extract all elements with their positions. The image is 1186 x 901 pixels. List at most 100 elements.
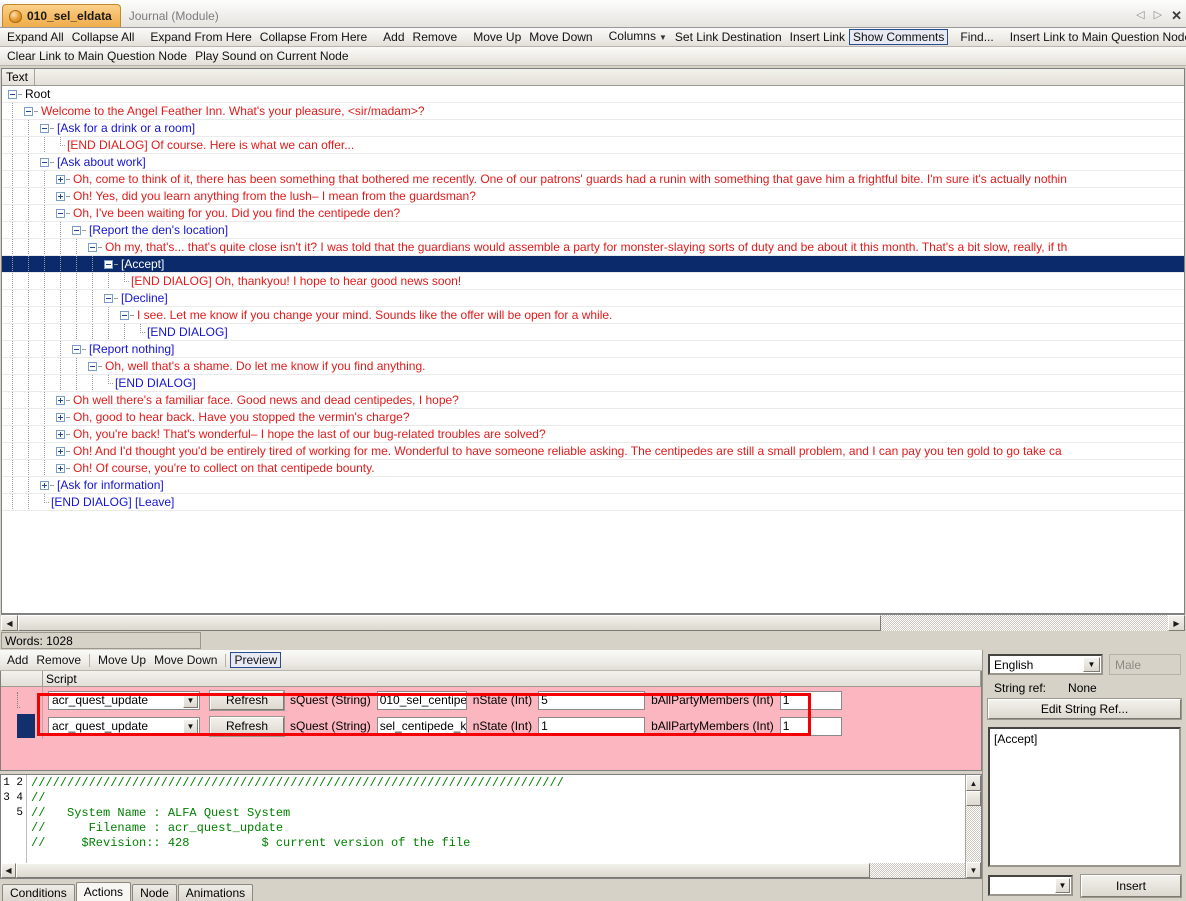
code-vscroll-thumb[interactable] xyxy=(966,791,981,806)
expand-icon[interactable] xyxy=(56,429,65,439)
expand-icon[interactable] xyxy=(56,412,65,422)
tab-conditions[interactable]: Conditions xyxy=(2,884,75,901)
tree-row[interactable]: Oh! Yes, did you learn anything from the… xyxy=(2,188,1184,205)
toolbar-button-insert-link-to-main-question-node[interactable]: Insert Link to Main Question Node xyxy=(1006,29,1186,45)
tree-row[interactable]: [END DIALOG] xyxy=(2,375,1184,392)
code-scroll-down-icon[interactable]: ▼ xyxy=(966,862,981,878)
prev-tab-icon[interactable]: ◁ xyxy=(1136,10,1144,21)
script-select[interactable]: acr_quest_update ▼ xyxy=(48,690,200,710)
expand-icon[interactable] xyxy=(40,480,49,490)
tab-animations[interactable]: Animations xyxy=(177,884,254,901)
scroll-thumb[interactable] xyxy=(18,615,881,631)
collapse-icon[interactable] xyxy=(104,259,113,269)
toolbar-button-collapse-all[interactable]: Collapse All xyxy=(68,29,139,45)
tree-row[interactable]: Oh, well that's a shame. Do let me know … xyxy=(2,358,1184,375)
scroll-right-icon[interactable]: ▶ xyxy=(1168,615,1185,631)
tree-row[interactable]: [Report the den's location] xyxy=(2,222,1184,239)
toolbar-button-move-up[interactable]: Move Up xyxy=(469,29,525,45)
code-body[interactable]: ////////////////////////////////////////… xyxy=(27,775,965,863)
expand-icon[interactable] xyxy=(56,174,65,184)
toolbar-button-move-down[interactable]: Move Down xyxy=(525,29,596,45)
collapse-icon[interactable] xyxy=(120,310,129,320)
tree-row[interactable]: Welcome to the Angel Feather Inn. What's… xyxy=(2,103,1184,120)
tree-rows[interactable]: Root Welcome to the Angel Feather Inn. Wh… xyxy=(2,86,1184,613)
row-index-cell[interactable] xyxy=(1,687,43,713)
tree-row[interactable]: [Decline] xyxy=(2,290,1184,307)
language-select[interactable]: English ▼ xyxy=(988,654,1103,675)
actions-button-move-up[interactable]: Move Up xyxy=(94,652,150,668)
insert-button[interactable]: Insert xyxy=(1080,874,1182,898)
tree-row[interactable]: Oh well there's a familiar face. Good ne… xyxy=(2,392,1184,409)
collapse-icon[interactable] xyxy=(56,208,65,218)
code-scroll-up-icon[interactable]: ▲ xyxy=(966,775,981,791)
param-input[interactable]: 1 xyxy=(779,690,842,710)
tree-row[interactable]: [Ask for a drink or a room] xyxy=(2,120,1184,137)
refresh-button[interactable]: Refresh xyxy=(209,715,285,737)
actions-button-add[interactable]: Add xyxy=(3,652,32,668)
tree-row[interactable]: [END DIALOG] Oh, thankyou! I hope to hea… xyxy=(2,273,1184,290)
expand-icon[interactable] xyxy=(56,446,65,456)
toolbar-button-find[interactable]: Find... xyxy=(956,29,997,45)
chevron-down-icon[interactable]: ▼ xyxy=(659,33,667,42)
chevron-down-icon[interactable]: ▼ xyxy=(1083,657,1100,672)
tree-horizontal-scrollbar[interactable]: ◀ ▶ xyxy=(1,614,1185,631)
tab-actions[interactable]: Actions xyxy=(75,882,132,901)
string-text-area[interactable]: [Accept] xyxy=(988,727,1181,867)
tree-row[interactable]: Root xyxy=(2,86,1184,103)
tree-row[interactable]: Oh, I've been waiting for you. Did you f… xyxy=(2,205,1184,222)
tree-row[interactable]: [END DIALOG] xyxy=(2,324,1184,341)
collapse-icon[interactable] xyxy=(8,89,17,99)
toolbar-button-insert-link[interactable]: Insert Link xyxy=(786,29,849,45)
collapse-icon[interactable] xyxy=(88,361,97,371)
code-horizontal-scrollbar[interactable]: ◀ xyxy=(1,863,965,878)
toolbar-button-columns[interactable]: Columns ▼ xyxy=(605,28,671,46)
chevron-down-icon[interactable]: ▼ xyxy=(1055,878,1070,893)
actions-button-preview[interactable]: Preview xyxy=(230,652,282,668)
toolbar-button-add[interactable]: Add xyxy=(379,29,408,45)
param-input[interactable]: 1 xyxy=(779,716,842,736)
row-index-cell[interactable] xyxy=(1,713,43,739)
tree-row[interactable]: Oh! Of course, you're to collect on that… xyxy=(2,460,1184,477)
collapse-icon[interactable] xyxy=(72,225,81,235)
chevron-down-icon[interactable]: ▼ xyxy=(183,692,198,708)
collapse-icon[interactable] xyxy=(72,344,81,354)
actions-button-remove[interactable]: Remove xyxy=(32,652,85,668)
tree-row[interactable]: [Ask for information] xyxy=(2,477,1184,494)
expand-icon[interactable] xyxy=(56,395,65,405)
tree-row[interactable]: I see. Let me know if you change your mi… xyxy=(2,307,1184,324)
document-tab[interactable]: 010_sel_eldata xyxy=(2,4,121,27)
tree-column-header[interactable]: Text xyxy=(2,69,1184,86)
code-scroll-track[interactable] xyxy=(16,863,965,878)
tree-row[interactable]: [Report nothing] xyxy=(2,341,1184,358)
chevron-down-icon[interactable]: ▼ xyxy=(183,718,198,734)
tree-row[interactable]: Oh, come to think of it, there has been … xyxy=(2,171,1184,188)
expand-icon[interactable] xyxy=(56,191,65,201)
param-input[interactable]: 1 xyxy=(538,716,646,736)
code-vscroll-track[interactable] xyxy=(966,806,981,862)
tree-row[interactable]: [Accept] xyxy=(2,256,1184,273)
actions-button-move-down[interactable]: Move Down xyxy=(150,652,221,668)
tree-row[interactable]: [Ask about work] xyxy=(2,154,1184,171)
collapse-icon[interactable] xyxy=(88,242,97,252)
toolbar-button-expand-from-here[interactable]: Expand From Here xyxy=(146,29,255,45)
code-vertical-scrollbar[interactable]: ▲ ▼ xyxy=(965,775,981,878)
toolbar-button-play-sound-on-current-node[interactable]: Play Sound on Current Node xyxy=(191,48,352,64)
close-icon[interactable]: ✕ xyxy=(1171,9,1182,22)
scroll-left-icon[interactable]: ◀ xyxy=(1,615,18,631)
tree-row[interactable]: [END DIALOG] [Leave] xyxy=(2,494,1184,511)
next-tab-icon[interactable]: ▷ xyxy=(1154,10,1162,21)
expand-icon[interactable] xyxy=(56,463,65,473)
tab-node[interactable]: Node xyxy=(132,884,177,901)
collapse-icon[interactable] xyxy=(24,106,33,116)
code-scroll-left-icon[interactable]: ◀ xyxy=(1,863,16,878)
toolbar-button-remove[interactable]: Remove xyxy=(409,29,462,45)
collapse-icon[interactable] xyxy=(40,123,49,133)
script-row[interactable]: acr_quest_update ▼ Refresh sQuest (String) s… xyxy=(1,713,981,739)
tree-row[interactable]: Oh! And I'd thought you'd be entirely ti… xyxy=(2,443,1184,460)
token-select[interactable]: ▼ xyxy=(988,875,1073,896)
param-input[interactable]: 010_sel_centiped xyxy=(376,690,467,710)
edit-string-ref-button[interactable]: Edit String Ref... xyxy=(987,698,1182,720)
code-scroll-thumb[interactable] xyxy=(16,863,871,878)
tree-row[interactable]: Oh, you're back! That's wonderful– I hop… xyxy=(2,426,1184,443)
tree-row[interactable]: [END DIALOG] Of course. Here is what we … xyxy=(2,137,1184,154)
